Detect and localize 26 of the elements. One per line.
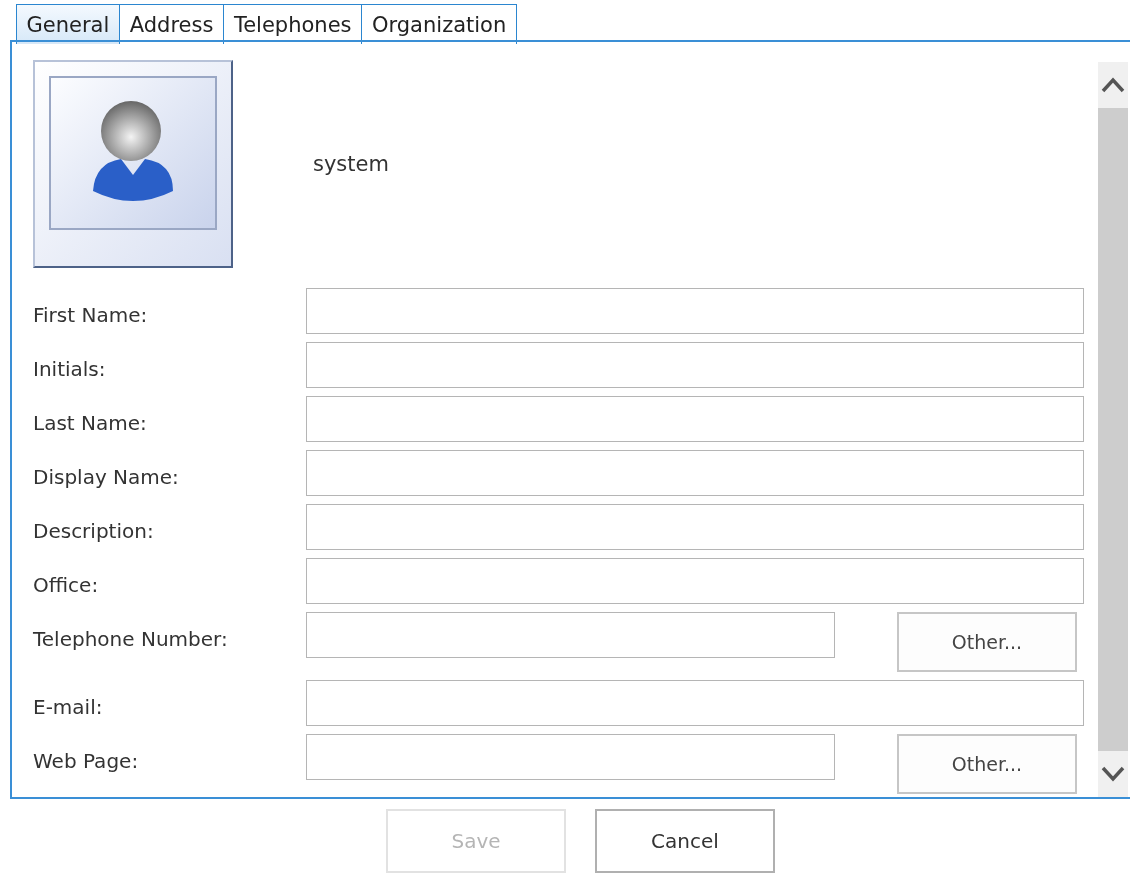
field-label: E-mail: [33,694,104,721]
field-label: Office: [33,572,100,599]
tab[interactable]: General [15,4,121,44]
input-field[interactable] [306,680,1084,726]
other-button[interactable]: Other... [897,612,1077,672]
dialog-button[interactable]: Cancel [595,809,775,873]
scroll-up-icon[interactable] [1100,76,1126,94]
input-field[interactable] [306,612,835,658]
input-field[interactable] [306,734,835,780]
input-field[interactable] [306,342,1084,388]
input-field[interactable] [306,504,1084,550]
field-label: Display Name: [33,464,180,491]
other-button[interactable]: Other... [897,734,1077,794]
input-field[interactable] [306,450,1084,496]
field-label: Last Name: [33,410,148,437]
field-label: Web Page: [33,748,140,775]
field-label: Description: [33,518,155,545]
input-field[interactable] [306,396,1084,442]
tab[interactable]: Organization [361,4,518,44]
scroll-down-icon[interactable] [1100,765,1126,783]
field-label: First Name: [33,302,149,329]
input-field[interactable] [306,288,1084,334]
account-name: system [313,152,389,176]
field-label: Telephone Number: [33,626,229,653]
field-label: Initials: [33,356,107,383]
input-field[interactable] [306,558,1084,604]
